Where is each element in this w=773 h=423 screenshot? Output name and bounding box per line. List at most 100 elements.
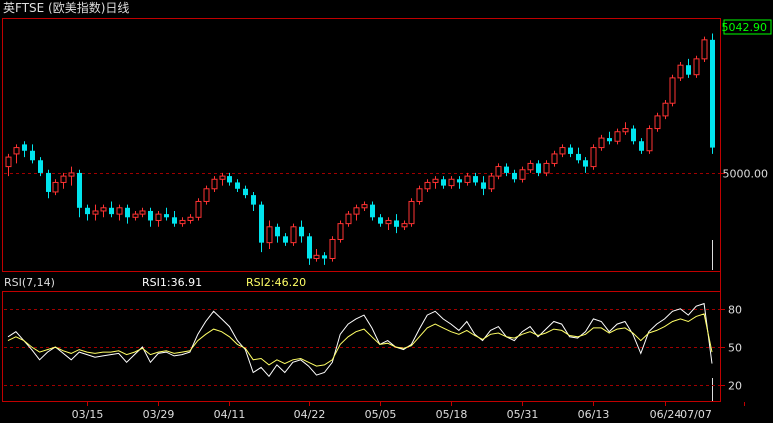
candle: [211, 176, 218, 192]
candle: [639, 138, 644, 154]
candle: [235, 179, 240, 192]
candle-body: [464, 175, 471, 183]
candle: [512, 169, 517, 183]
candle-body: [551, 153, 558, 164]
candle-body: [607, 138, 612, 142]
candle: [686, 58, 691, 78]
candle: [329, 236, 336, 262]
rsi-title: RSI(7,14): [4, 276, 55, 289]
candle: [139, 207, 146, 218]
x-tick-label: 03/29: [143, 408, 175, 421]
candle-body: [92, 210, 99, 215]
candle-body: [669, 77, 676, 104]
candle: [568, 144, 573, 158]
candle: [307, 233, 312, 265]
candle-body: [353, 207, 360, 215]
candle-body: [448, 178, 455, 187]
candle-body: [132, 213, 139, 218]
candle: [227, 172, 232, 186]
rsi2-value-label: RSI2:46.20: [246, 276, 306, 289]
candle-body: [13, 147, 20, 155]
candle: [701, 36, 708, 63]
rsi-tick-label: 20: [728, 380, 742, 393]
candle: [583, 157, 588, 173]
candle-body: [299, 226, 304, 237]
candle: [155, 210, 162, 227]
candle-body: [68, 172, 75, 177]
candle-body: [646, 128, 653, 152]
rsi-series-line-1: [7, 302, 713, 378]
candle-body: [654, 115, 661, 130]
candle-body: [85, 207, 90, 215]
candle-body: [385, 219, 392, 225]
candle-body: [52, 181, 59, 193]
candle: [243, 185, 248, 199]
candle: [203, 185, 210, 205]
candle: [92, 204, 99, 221]
candle: [473, 172, 478, 186]
candle-body: [148, 210, 153, 221]
candle-body: [329, 238, 336, 259]
x-tick-label: 07/07: [680, 408, 712, 421]
candle-body: [662, 102, 669, 117]
candle-body: [116, 207, 123, 215]
candle: [30, 144, 35, 164]
candle-body: [251, 195, 256, 205]
candle-body: [441, 179, 446, 186]
candle-body: [457, 179, 462, 183]
candle: [46, 169, 51, 199]
candle: [527, 160, 534, 173]
candle-body: [77, 172, 82, 208]
candle-body: [22, 144, 27, 151]
candle: [448, 176, 455, 189]
candle-body: [536, 163, 541, 173]
candle: [424, 179, 431, 192]
candle-body: [504, 166, 509, 173]
candle: [662, 100, 669, 120]
candle: [394, 214, 399, 234]
price-panel-frame: [2, 18, 721, 272]
candle-body: [677, 64, 684, 79]
candle: [710, 33, 715, 154]
candle-body: [307, 236, 312, 259]
rsi1-value-label: RSI1:36.91: [142, 276, 202, 289]
candle: [52, 179, 59, 196]
candle-body: [100, 207, 107, 212]
rsi-series-line-2: [7, 313, 713, 367]
candle: [109, 201, 114, 218]
candle-body: [211, 178, 218, 190]
candle-body: [322, 255, 327, 259]
candle: [441, 176, 446, 189]
candle-body: [432, 178, 439, 183]
candle: [370, 201, 375, 221]
candle: [85, 204, 90, 221]
candle: [677, 62, 684, 82]
candle-body: [266, 226, 273, 244]
candle-body: [568, 147, 573, 154]
candle: [607, 131, 612, 145]
candle: [631, 125, 636, 145]
candle: [416, 185, 423, 205]
candle: [385, 217, 392, 230]
candle-body: [590, 147, 597, 168]
candle: [693, 55, 700, 78]
candle-body: [219, 175, 226, 180]
candle-body: [408, 200, 415, 225]
x-tick-label: 05/18: [436, 408, 468, 421]
candle-body: [155, 213, 162, 221]
candle-body: [519, 169, 526, 180]
candle-body: [361, 204, 368, 209]
candle-body: [495, 166, 502, 177]
candle-body: [60, 175, 67, 183]
candle-body: [164, 214, 169, 218]
candle-body: [543, 162, 550, 174]
x-tick-label: 06/24: [650, 408, 682, 421]
candle: [132, 210, 139, 221]
candle-body: [38, 160, 43, 173]
candle-body: [598, 137, 605, 149]
candle-body: [46, 172, 51, 192]
candle: [598, 134, 605, 151]
candle: [259, 201, 264, 253]
candle-body: [424, 181, 431, 190]
candle: [559, 144, 566, 158]
